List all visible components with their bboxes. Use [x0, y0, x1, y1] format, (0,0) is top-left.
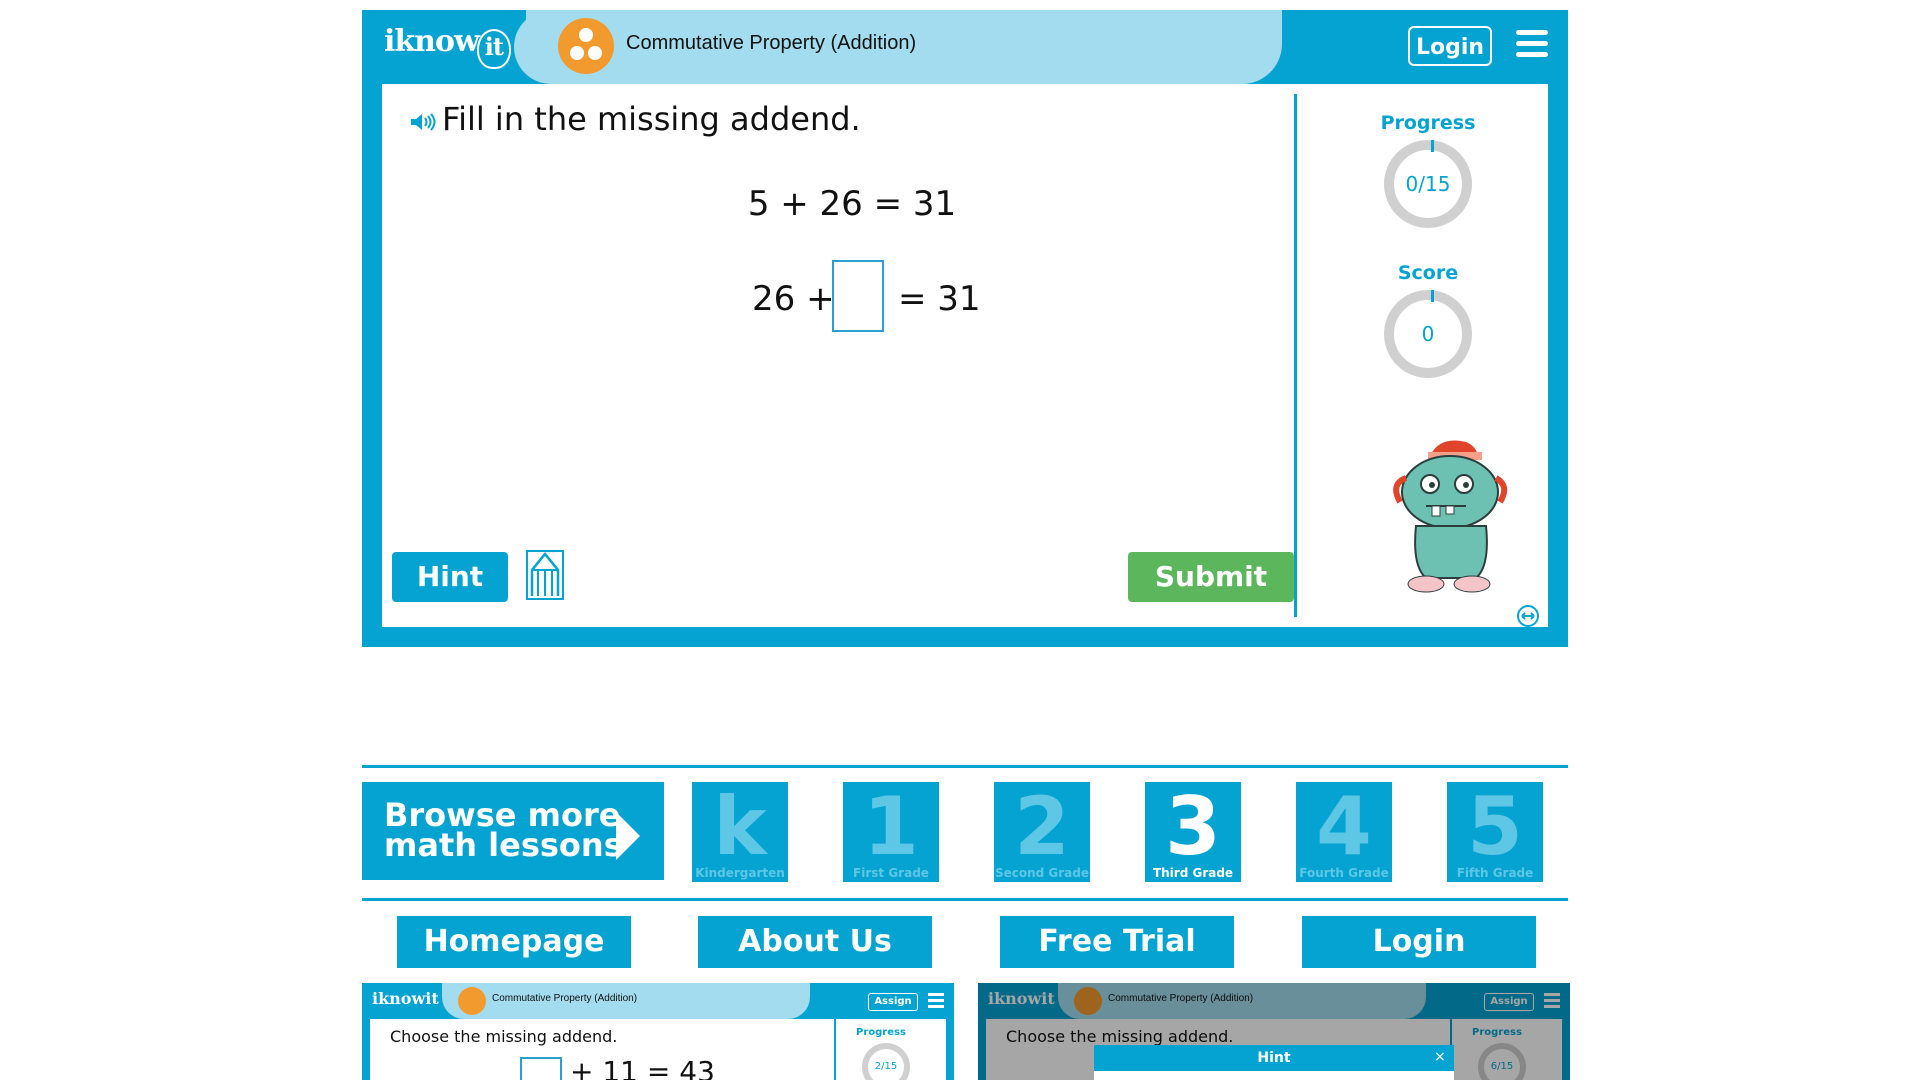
equation-left: 26 +	[752, 279, 835, 319]
thumb-title: Commutative Property (Addition)	[492, 993, 638, 1004]
score-label: Score	[1397, 262, 1459, 284]
grade-number: 5	[1467, 780, 1523, 873]
grade-label: Second Grade	[994, 866, 1090, 880]
thumb-assign: Assign	[868, 993, 918, 1011]
grade-tile[interactable]: 1 First Grade	[843, 782, 939, 882]
grade-tile[interactable]: 2 Second Grade	[994, 782, 1090, 882]
homepage-button[interactable]: Homepage	[397, 916, 631, 968]
thumb-answer-box	[520, 1057, 562, 1080]
grade-label: Fourth Grade	[1299, 866, 1389, 880]
grade-label: Kindergarten	[695, 866, 785, 880]
question-panel: Fill in the missing addend. 5 + 26 = 31 …	[382, 84, 1548, 627]
equation-right: = 31	[898, 279, 981, 319]
lesson-title: Commutative Property (Addition)	[626, 32, 917, 54]
thumb-progress-ring: 2/15	[862, 1043, 910, 1080]
lesson-category-icon	[458, 987, 486, 1015]
expand-icon[interactable]	[1516, 604, 1540, 628]
question-text: Fill in the missing addend.	[442, 100, 861, 138]
grade-tile[interactable]: 3 Third Grade	[1145, 782, 1241, 882]
thumb-progress-label: Progress	[856, 1027, 906, 1038]
iknowit-logo[interactable]: iknow it	[384, 24, 511, 69]
hint-dialog: Hint ×	[1094, 1045, 1454, 1080]
logo-text: iknow	[384, 24, 480, 59]
about-us-button[interactable]: About Us	[698, 916, 932, 968]
grade-label: Third Grade	[1152, 866, 1234, 880]
answer-input[interactable]	[832, 260, 884, 332]
section-divider	[362, 765, 1568, 768]
side-divider	[1294, 94, 1297, 617]
lesson-frame: iknow it Commutative Property (Addition) …	[362, 10, 1568, 647]
grade-tile[interactable]: 4 Fourth Grade	[1296, 782, 1392, 882]
login-button[interactable]: Login	[1408, 26, 1492, 66]
lightbulb-icon: it	[476, 29, 511, 69]
menu-icon	[928, 993, 944, 1011]
grade-number: 1	[863, 780, 919, 873]
given-equation: 5 + 26 = 31	[747, 184, 957, 224]
close-icon: ×	[1434, 1049, 1446, 1065]
browse-line2: math lessons	[384, 826, 623, 864]
submit-button[interactable]: Submit	[1128, 552, 1294, 602]
grade-number: 2	[1014, 780, 1070, 873]
monster-mascot	[1393, 440, 1508, 593]
free-trial-button[interactable]: Free Trial	[1000, 916, 1234, 968]
preview-thumbnail[interactable]: iknowit Commutative Property (Addition) …	[978, 983, 1570, 1080]
section-divider	[362, 898, 1568, 901]
hint-dialog-title: Hint	[1094, 1045, 1454, 1071]
thumb-equation: + 11 = 43	[570, 1055, 715, 1080]
grade-tile[interactable]: 5 Fifth Grade	[1447, 782, 1543, 882]
speaker-icon[interactable]	[410, 112, 436, 132]
thumb-question: Choose the missing addend.	[390, 1027, 618, 1046]
grade-number: k	[713, 780, 767, 873]
grade-tile[interactable]: k Kindergarten	[692, 782, 788, 882]
arrow-right-icon	[616, 812, 640, 860]
lesson-category-icon	[558, 18, 614, 74]
grade-label: Fifth Grade	[1456, 866, 1534, 880]
grade-number: 3	[1165, 780, 1221, 873]
progress-label: Progress	[1380, 112, 1476, 134]
preview-thumbnail[interactable]: iknowit Commutative Property (Addition) …	[362, 983, 954, 1080]
hint-button[interactable]: Hint	[392, 552, 508, 602]
score-ring: 0	[1384, 290, 1472, 378]
grade-label: First Grade	[853, 866, 929, 880]
thumb-logo: iknowit	[372, 989, 439, 1008]
progress-ring: 0/15	[1384, 140, 1472, 228]
footer-login-button[interactable]: Login	[1302, 916, 1536, 968]
grade-number: 4	[1316, 780, 1372, 873]
menu-icon[interactable]	[1516, 30, 1548, 58]
pencil-icon[interactable]	[526, 550, 564, 600]
browse-lessons-button[interactable]: Browse more math lessons	[362, 782, 664, 880]
